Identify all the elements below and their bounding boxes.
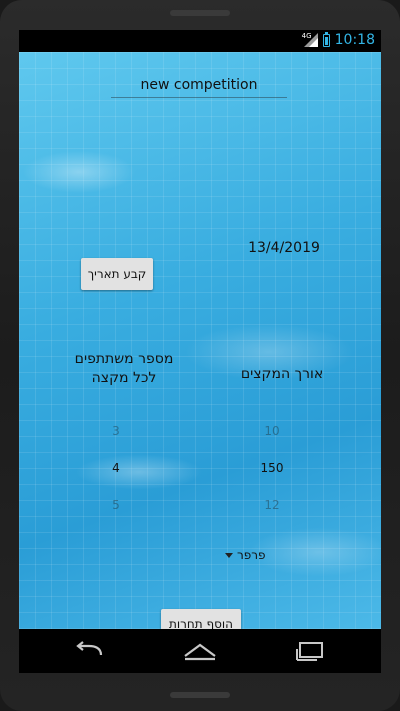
dropdown-arrow-icon [225, 552, 233, 558]
recent-apps-icon[interactable] [293, 641, 329, 661]
set-date-button[interactable]: קבע תאריך [81, 258, 153, 290]
competition-name-input[interactable]: new competition [111, 72, 287, 98]
earpiece [170, 10, 230, 16]
navigation-bar [19, 629, 381, 673]
status-icons: 4G 10:18 [302, 31, 375, 48]
bottom-speaker [170, 692, 230, 698]
stroke-spinner-value: פרפר [237, 548, 266, 562]
heat-length-label: אורך המקצים [240, 366, 324, 382]
participants-per-heat-label: מספר משתתפים לכל מקצה [74, 351, 174, 386]
status-bar: 4G 10:18 [19, 30, 381, 52]
signal-icon: 4G [302, 32, 318, 47]
participants-picker-selected[interactable]: 4 [96, 461, 136, 475]
participants-picker-prev[interactable]: 3 [96, 424, 136, 438]
battery-icon [322, 31, 330, 47]
clock: 10:18 [334, 32, 375, 48]
competition-form: new competition קבע תאריך 13/4/2019 מספר… [19, 52, 381, 639]
date-value: 13/4/2019 [248, 240, 320, 256]
phone-frame: 4G 10:18 new competition קבע תאריך 13/4/… [0, 0, 400, 711]
participants-picker-next[interactable]: 5 [96, 498, 136, 512]
length-picker-next[interactable]: 12 [252, 498, 292, 512]
length-picker-selected[interactable]: 150 [252, 461, 292, 475]
back-icon[interactable] [71, 641, 107, 661]
length-picker-prev[interactable]: 10 [252, 424, 292, 438]
stroke-spinner[interactable]: פרפר [225, 546, 285, 564]
home-icon[interactable] [182, 641, 218, 661]
screen: 4G 10:18 new competition קבע תאריך 13/4/… [19, 30, 381, 673]
